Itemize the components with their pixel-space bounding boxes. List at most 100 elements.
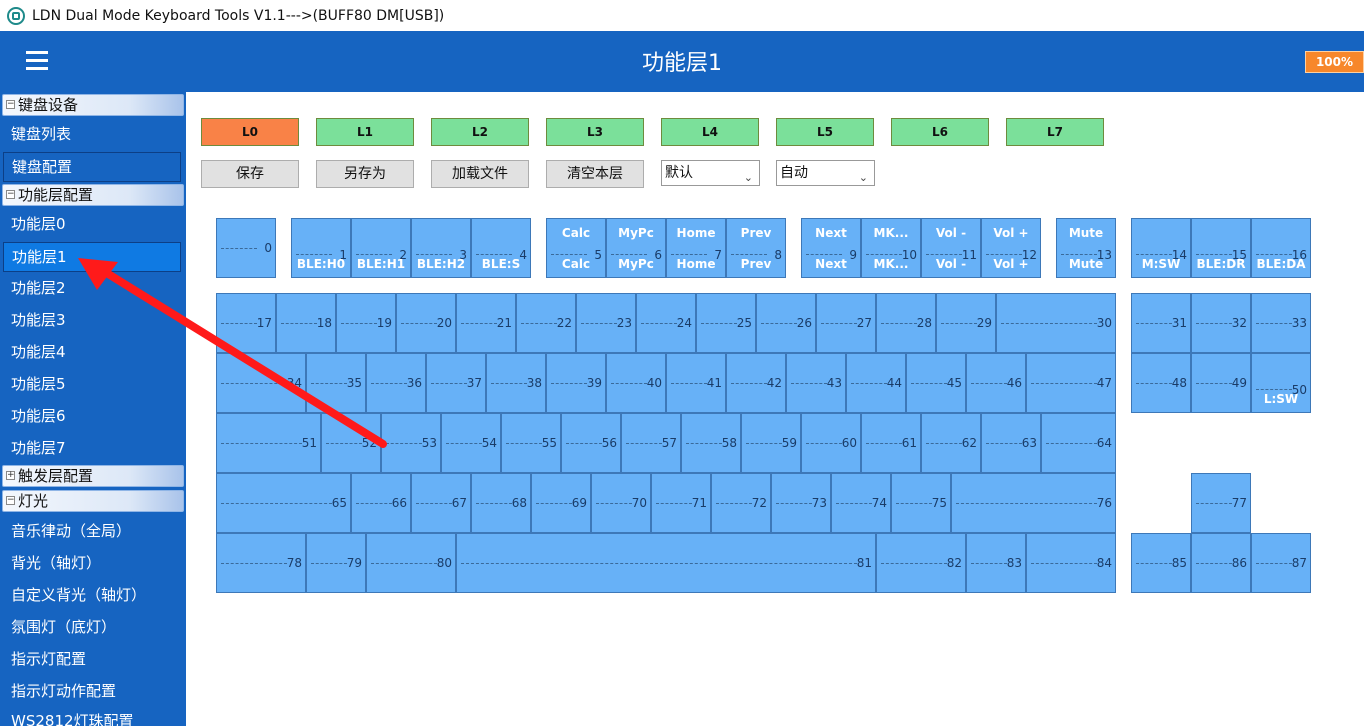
sidebar-item-indicator-config[interactable]: 指示灯配置 [0,643,186,675]
sidebar-item-indicator-action[interactable]: 指示灯动作配置 [0,675,186,707]
layer-tab-l1[interactable]: L1 [316,118,414,146]
sidebar-item-keyboard-list[interactable]: 键盘列表 [0,118,186,150]
sidebar-item-backlight[interactable]: 背光（轴灯） [0,547,186,579]
key-82[interactable]: 82 [876,533,966,593]
key-21[interactable]: 21 [456,293,516,353]
key-28[interactable]: 28 [876,293,936,353]
key-48[interactable]: 48 [1131,353,1191,413]
key-10[interactable]: 10 MK... MK... [861,218,921,278]
key-70[interactable]: 70 [591,473,651,533]
key-81[interactable]: 81 [456,533,876,593]
key-8[interactable]: 8 Prev Prev [726,218,786,278]
key-6[interactable]: 6 MyPc MyPc [606,218,666,278]
layer-tab-l6[interactable]: L6 [891,118,989,146]
key-7[interactable]: 7 Home Home [666,218,726,278]
key-55[interactable]: 55 [501,413,561,473]
sidebar-item-ambient-light[interactable]: 氛围灯（底灯） [0,611,186,643]
key-22[interactable]: 22 [516,293,576,353]
key-9[interactable]: 9 Next Next [801,218,861,278]
key-51[interactable]: 51 [216,413,321,473]
key-19[interactable]: 19 [336,293,396,353]
key-18[interactable]: 18 [276,293,336,353]
layer-tab-l2[interactable]: L2 [431,118,529,146]
sidebar-item-ws2812[interactable]: WS2812灯珠配置 [0,705,186,726]
key-71[interactable]: 71 [651,473,711,533]
clear-layer-button[interactable]: 清空本层 [546,160,644,188]
key-20[interactable]: 20 [396,293,456,353]
save-as-button[interactable]: 另存为 [316,160,414,188]
key-78[interactable]: 78 [216,533,306,593]
key-11[interactable]: 11 Vol - Vol - [921,218,981,278]
layer-tab-l4[interactable]: L4 [661,118,759,146]
key-27[interactable]: 27 [816,293,876,353]
key-14[interactable]: 14 M:SW [1131,218,1191,278]
key-39[interactable]: 39 [546,353,606,413]
collapse-icon[interactable]: − [6,100,15,109]
key-23[interactable]: 23 [576,293,636,353]
key-30[interactable]: 30 [996,293,1116,353]
key-45[interactable]: 45 [906,353,966,413]
key-50[interactable]: 50 L:SW [1251,353,1311,413]
key-4[interactable]: 4 BLE:S [471,218,531,278]
key-17[interactable]: 17 [216,293,276,353]
sidebar-item-layer1[interactable]: 功能层1 [3,242,181,272]
key-40[interactable]: 40 [606,353,666,413]
sidebar-item-layer7[interactable]: 功能层7 [0,432,186,464]
key-25[interactable]: 25 [696,293,756,353]
key-57[interactable]: 57 [621,413,681,473]
key-38[interactable]: 38 [486,353,546,413]
key-36[interactable]: 36 [366,353,426,413]
sidebar-group-layer-config[interactable]: − 功能层配置 [2,184,184,206]
key-26[interactable]: 26 [756,293,816,353]
key-85[interactable]: 85 [1131,533,1191,593]
key-86[interactable]: 86 [1191,533,1251,593]
key-72[interactable]: 72 [711,473,771,533]
key-59[interactable]: 59 [741,413,801,473]
key-69[interactable]: 69 [531,473,591,533]
key-3[interactable]: 3 BLE:H2 [411,218,471,278]
save-button[interactable]: 保存 [201,160,299,188]
key-65[interactable]: 65 [216,473,351,533]
layer-tab-l0[interactable]: L0 [201,118,299,146]
sidebar-item-custom-backlight[interactable]: 自定义背光（轴灯） [0,579,186,611]
key-42[interactable]: 42 [726,353,786,413]
key-73[interactable]: 73 [771,473,831,533]
sidebar-group-trigger-config[interactable]: + 触发层配置 [2,465,184,487]
key-87[interactable]: 87 [1251,533,1311,593]
key-63[interactable]: 63 [981,413,1041,473]
key-62[interactable]: 62 [921,413,981,473]
sidebar-item-music-rhythm[interactable]: 音乐律动（全局） [0,515,186,547]
key-41[interactable]: 41 [666,353,726,413]
key-77[interactable]: 77 [1191,473,1251,533]
key-74[interactable]: 74 [831,473,891,533]
sidebar-item-keyboard-config[interactable]: 键盘配置 [3,152,181,182]
key-37[interactable]: 37 [426,353,486,413]
key-5[interactable]: 5 Calc Calc [546,218,606,278]
key-68[interactable]: 68 [471,473,531,533]
key-79[interactable]: 79 [306,533,366,593]
key-34[interactable]: 34 [216,353,306,413]
key-32[interactable]: 32 [1191,293,1251,353]
key-43[interactable]: 43 [786,353,846,413]
collapse-icon[interactable]: − [6,190,15,199]
sidebar-item-layer5[interactable]: 功能层5 [0,368,186,400]
mode-select-2[interactable]: 自动 ⌄ [776,160,875,186]
key-1[interactable]: 1 BLE:H0 [291,218,351,278]
key-84[interactable]: 84 [1026,533,1116,593]
key-29[interactable]: 29 [936,293,996,353]
load-file-button[interactable]: 加载文件 [431,160,529,188]
key-66[interactable]: 66 [351,473,411,533]
sidebar-item-layer0[interactable]: 功能层0 [0,208,186,240]
collapse-icon[interactable]: − [6,496,15,505]
sidebar-item-layer6[interactable]: 功能层6 [0,400,186,432]
expand-icon[interactable]: + [6,471,15,480]
key-35[interactable]: 35 [306,353,366,413]
sidebar-group-keyboard-device[interactable]: − 键盘设备 [2,94,184,116]
mode-select-1[interactable]: 默认 ⌄ [661,160,760,186]
key-46[interactable]: 46 [966,353,1026,413]
layer-tab-l5[interactable]: L5 [776,118,874,146]
key-80[interactable]: 80 [366,533,456,593]
sidebar-item-layer4[interactable]: 功能层4 [0,336,186,368]
key-0[interactable]: 0 [216,218,276,278]
key-49[interactable]: 49 [1191,353,1251,413]
